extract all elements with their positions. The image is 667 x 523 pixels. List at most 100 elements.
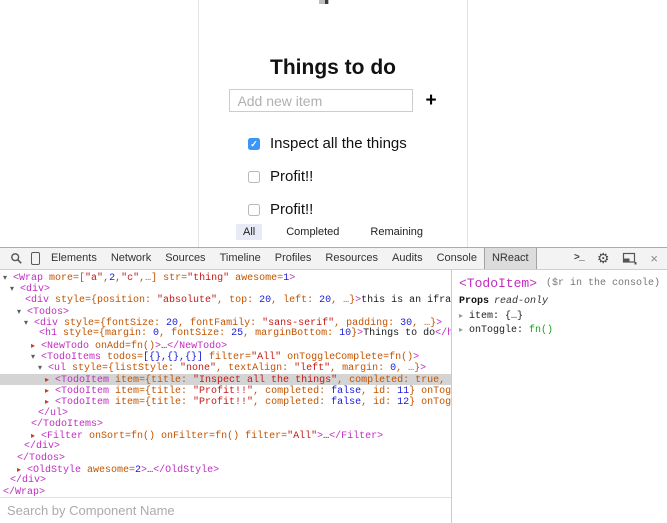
- prop-row[interactable]: ▸item: {…}: [459, 311, 660, 322]
- devtools-toolbar: ElementsNetworkSourcesTimelineProfilesRe…: [0, 247, 667, 270]
- tab-audits[interactable]: Audits: [385, 248, 430, 269]
- tree-row[interactable]: </Wrap>: [0, 487, 451, 497]
- tree-token: 20: [259, 295, 271, 306]
- tree-row[interactable]: </Todos>: [0, 453, 451, 464]
- tree-row[interactable]: ▸<OldStyle awesome=2>…</OldStyle>: [0, 464, 451, 475]
- prop-name: item:: [469, 311, 505, 322]
- tree-row[interactable]: ▾<div style={fontSize: 20, fontFamily: "…: [0, 317, 451, 328]
- app-title: Things to do: [199, 56, 467, 80]
- tree-token: , textAlign:: [216, 363, 294, 374]
- tree-token: {margin:: [99, 328, 153, 339]
- tab-console[interactable]: Console: [430, 248, 484, 269]
- tree-row[interactable]: </ul>: [0, 408, 451, 419]
- tab-timeline[interactable]: Timeline: [213, 248, 268, 269]
- tab-sources[interactable]: Sources: [158, 248, 212, 269]
- expand-arrow-icon[interactable]: ▾: [10, 283, 20, 294]
- tree-token: "c": [121, 273, 139, 284]
- tab-resources[interactable]: Resources: [318, 248, 385, 269]
- collapse-arrow-icon[interactable]: ▸: [45, 396, 55, 407]
- tree-row[interactable]: ▸<Filter onSort=fn() onFilter=fn() filte…: [0, 430, 451, 441]
- tree-row[interactable]: ▸<TodoItem item={title: "Profit!!", comp…: [0, 396, 451, 407]
- tree-token: Things to do: [363, 328, 435, 339]
- collapse-arrow-icon[interactable]: ▸: [45, 385, 55, 396]
- tree-token: ,…]: [139, 273, 157, 284]
- component-search-input[interactable]: [0, 498, 451, 523]
- tree-row[interactable]: ▾<div>: [0, 283, 451, 294]
- tab-nreact[interactable]: NReact: [484, 248, 537, 269]
- collapse-arrow-icon[interactable]: ▸: [459, 311, 469, 320]
- dock-side-icon[interactable]: [622, 252, 637, 265]
- checkbox-checked[interactable]: ✓: [248, 138, 260, 150]
- filter-button-remaining[interactable]: Remaining: [363, 224, 430, 240]
- collapse-arrow-icon[interactable]: ▸: [17, 464, 27, 475]
- tree-token: 10: [339, 328, 351, 339]
- device-mode-icon[interactable]: [31, 252, 40, 265]
- expand-arrow-icon[interactable]: ▾: [38, 362, 48, 373]
- collapse-arrow-icon[interactable]: ▸: [459, 325, 469, 334]
- tree-token: , top:: [217, 295, 259, 306]
- collapse-arrow-icon[interactable]: ▸: [31, 430, 41, 441]
- filter-button-all[interactable]: All: [236, 224, 262, 240]
- tree-token: "none": [180, 363, 216, 374]
- expand-arrow-icon[interactable]: ▾: [31, 351, 41, 362]
- add-item-button[interactable]: +: [425, 91, 436, 110]
- tree-row-selected[interactable]: ▸<TodoItem item={title: "Inspect all the…: [0, 374, 451, 385]
- tree-row[interactable]: </div>: [0, 441, 451, 452]
- prop-row[interactable]: ▸onToggle: fn(): [459, 325, 660, 336]
- close-icon[interactable]: ×: [650, 252, 658, 265]
- devtools-panel: ElementsNetworkSourcesTimelineProfilesRe…: [0, 247, 667, 523]
- tab-profiles[interactable]: Profiles: [268, 248, 319, 269]
- expand-arrow-icon[interactable]: ▾: [3, 272, 13, 283]
- checkbox-unchecked[interactable]: [248, 171, 260, 183]
- tree-row[interactable]: ▾<Wrap more=["a",2,"c",…] str="thing" aw…: [0, 272, 451, 283]
- tab-elements[interactable]: Elements: [44, 248, 104, 269]
- collapse-arrow-icon[interactable]: ▸: [45, 374, 55, 385]
- tree-row[interactable]: ▾<Todos>: [0, 306, 451, 317]
- todo-item-row[interactable]: Profit!!: [248, 160, 467, 193]
- tree-token: , completed:: [253, 397, 331, 408]
- screen-artifact: [319, 0, 329, 4]
- tree-token: 12: [397, 397, 409, 408]
- todo-item-row[interactable]: Profit!!: [248, 193, 467, 226]
- filter-buttons: All Completed Remaining: [199, 224, 467, 240]
- todo-item-row[interactable]: ✓Inspect all the things: [248, 127, 467, 160]
- tree-token: "a": [85, 273, 103, 284]
- todo-item-label: Profit!!: [270, 168, 313, 185]
- tree-token: >: [289, 273, 295, 284]
- collapse-arrow-icon[interactable]: ▸: [31, 340, 41, 351]
- tree-row[interactable]: <h1 style={margin: 0, fontSize: 25, marg…: [0, 328, 451, 339]
- tree-token: awesome=: [229, 273, 283, 284]
- prop-value: {…}: [505, 311, 523, 322]
- checkbox-unchecked[interactable]: [248, 204, 260, 216]
- tree-token: filter=: [239, 431, 287, 442]
- tree-token: style=: [57, 328, 99, 339]
- inspect-element-icon[interactable]: [10, 252, 23, 265]
- props-label: Props: [459, 296, 489, 307]
- tree-row[interactable]: <div style={position: "absolute", top: 2…: [0, 295, 451, 306]
- tree-token: "thing": [187, 273, 229, 284]
- expand-arrow-icon[interactable]: ▾: [24, 317, 34, 328]
- tree-token: , …}: [396, 363, 420, 374]
- tree-row[interactable]: ▾<ul style={listStyle: "none", textAlign…: [0, 362, 451, 373]
- tree-row[interactable]: </div>: [0, 475, 451, 486]
- tab-network[interactable]: Network: [104, 248, 158, 269]
- tree-token: style=: [66, 363, 108, 374]
- props-rows: ▸item: {…} ▸onToggle: fn(): [459, 311, 660, 336]
- filter-button-completed[interactable]: Completed: [279, 224, 346, 240]
- tree-token: </Wrap>: [3, 487, 45, 497]
- console-drawer-icon[interactable]: >_: [574, 253, 584, 264]
- tree-row[interactable]: ▸<TodoItem item={title: "Profit!!", comp…: [0, 385, 451, 396]
- tree-token: , marginBottom:: [243, 328, 339, 339]
- tree-token: , id:: [361, 397, 397, 408]
- tree-token: </OldStyle>: [153, 465, 219, 476]
- tree-token: , …}: [331, 295, 355, 306]
- tree-token: >: [420, 363, 426, 374]
- tree-row[interactable]: ▾<TodoItems todos=[{},{},{}] filter="All…: [0, 351, 451, 362]
- expand-arrow-icon[interactable]: ▾: [17, 306, 27, 317]
- gear-icon[interactable]: ⚙: [597, 252, 610, 266]
- tree-row[interactable]: </TodoItems>: [0, 419, 451, 430]
- props-pane: <TodoItem> ($r in the console) Propsread…: [452, 270, 667, 523]
- tree-row[interactable]: ▸<NewTodo onAdd=fn()>…</NewTodo>: [0, 340, 451, 351]
- tree-token: </Filter>: [329, 431, 383, 442]
- add-item-input[interactable]: [229, 89, 413, 112]
